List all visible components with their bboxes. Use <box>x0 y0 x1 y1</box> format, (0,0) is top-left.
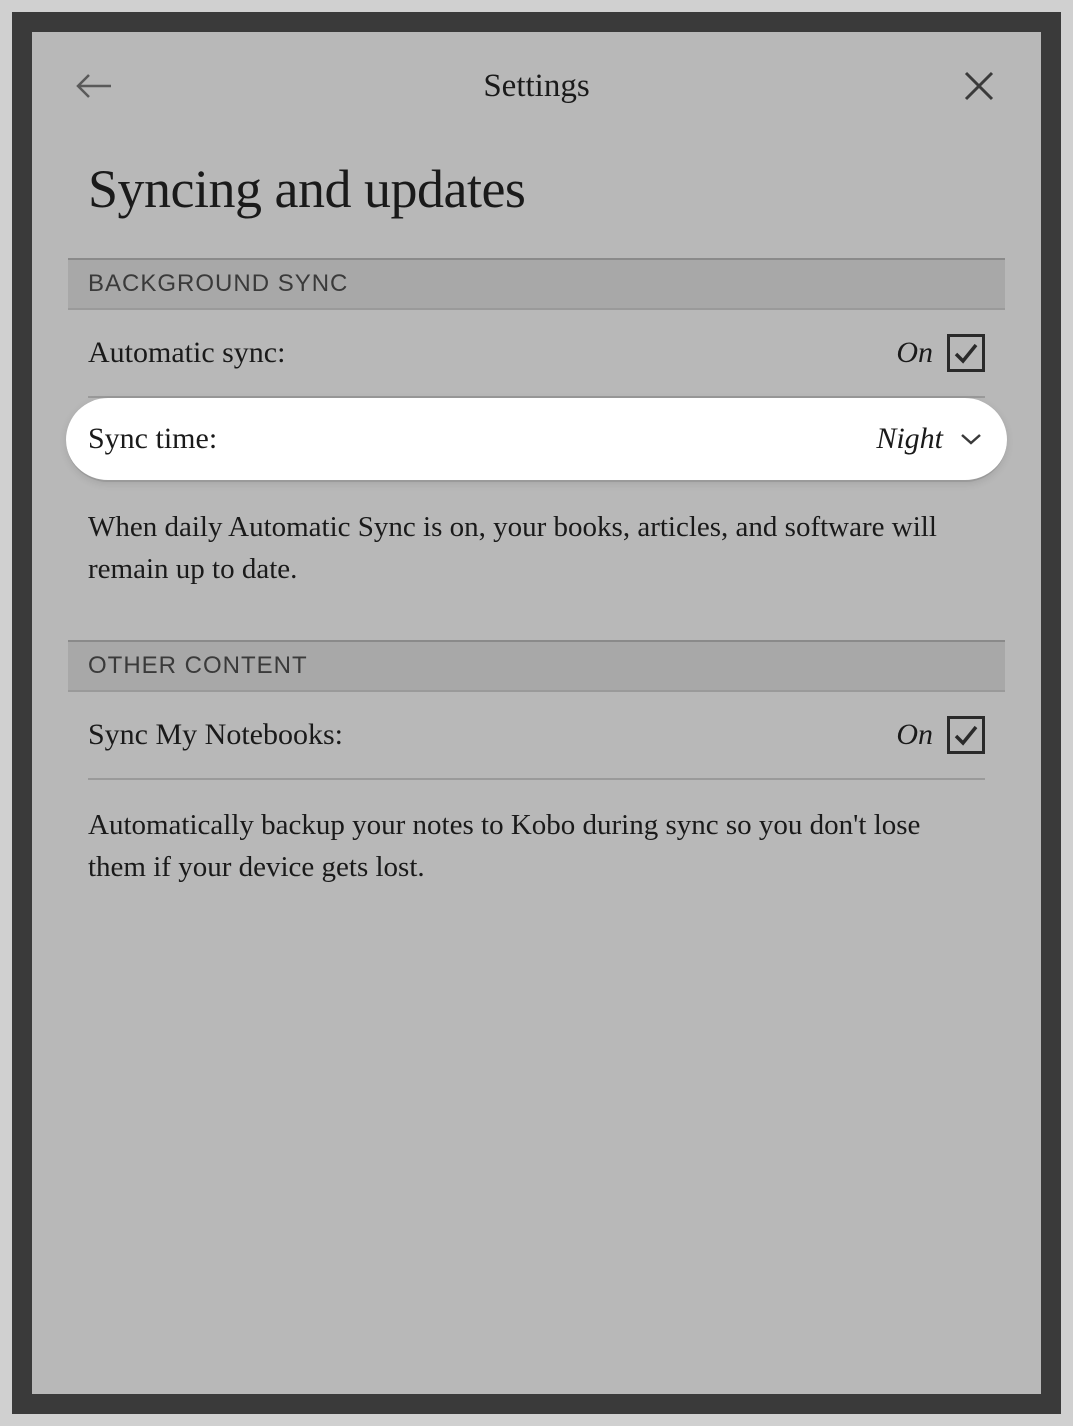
other-content-description: Automatically backup your notes to Kobo … <box>88 780 985 938</box>
checkmark-icon <box>952 339 980 367</box>
page-title: Syncing and updates <box>88 158 985 220</box>
header-bar: Settings <box>32 32 1041 128</box>
sync-time-value-group: Night <box>876 422 985 456</box>
automatic-sync-value-group: On <box>896 334 985 372</box>
automatic-sync-label: Automatic sync: <box>88 336 285 370</box>
background-sync-description: When daily Automatic Sync is on, your bo… <box>88 482 985 640</box>
screen: Settings Syncing and updates BACKGROUND … <box>32 32 1041 1394</box>
automatic-sync-row: Automatic sync: On <box>88 310 985 398</box>
header-title: Settings <box>483 68 589 105</box>
content-area: Syncing and updates BACKGROUND SYNC Auto… <box>32 158 1041 938</box>
close-button[interactable] <box>957 64 1001 108</box>
back-button[interactable] <box>72 64 116 108</box>
sync-notebooks-label: Sync My Notebooks: <box>88 718 343 752</box>
arrow-left-icon <box>75 71 113 101</box>
device-frame: Settings Syncing and updates BACKGROUND … <box>12 12 1061 1414</box>
chevron-down-icon <box>959 432 983 446</box>
checkmark-icon <box>952 721 980 749</box>
section-header-other-content: OTHER CONTENT <box>68 640 1005 692</box>
section-header-background-sync: BACKGROUND SYNC <box>68 258 1005 310</box>
sync-notebooks-checkbox[interactable] <box>947 716 985 754</box>
close-icon <box>962 69 996 103</box>
automatic-sync-value: On <box>896 336 933 370</box>
automatic-sync-checkbox[interactable] <box>947 334 985 372</box>
sync-notebooks-value-group: On <box>896 716 985 754</box>
sync-time-value: Night <box>876 422 943 456</box>
sync-notebooks-row: Sync My Notebooks: On <box>88 692 985 780</box>
sync-notebooks-value: On <box>896 718 933 752</box>
sync-time-label: Sync time: <box>88 422 217 456</box>
sync-time-row[interactable]: Sync time: Night <box>66 398 1007 482</box>
sync-time-dropdown[interactable] <box>957 425 985 453</box>
